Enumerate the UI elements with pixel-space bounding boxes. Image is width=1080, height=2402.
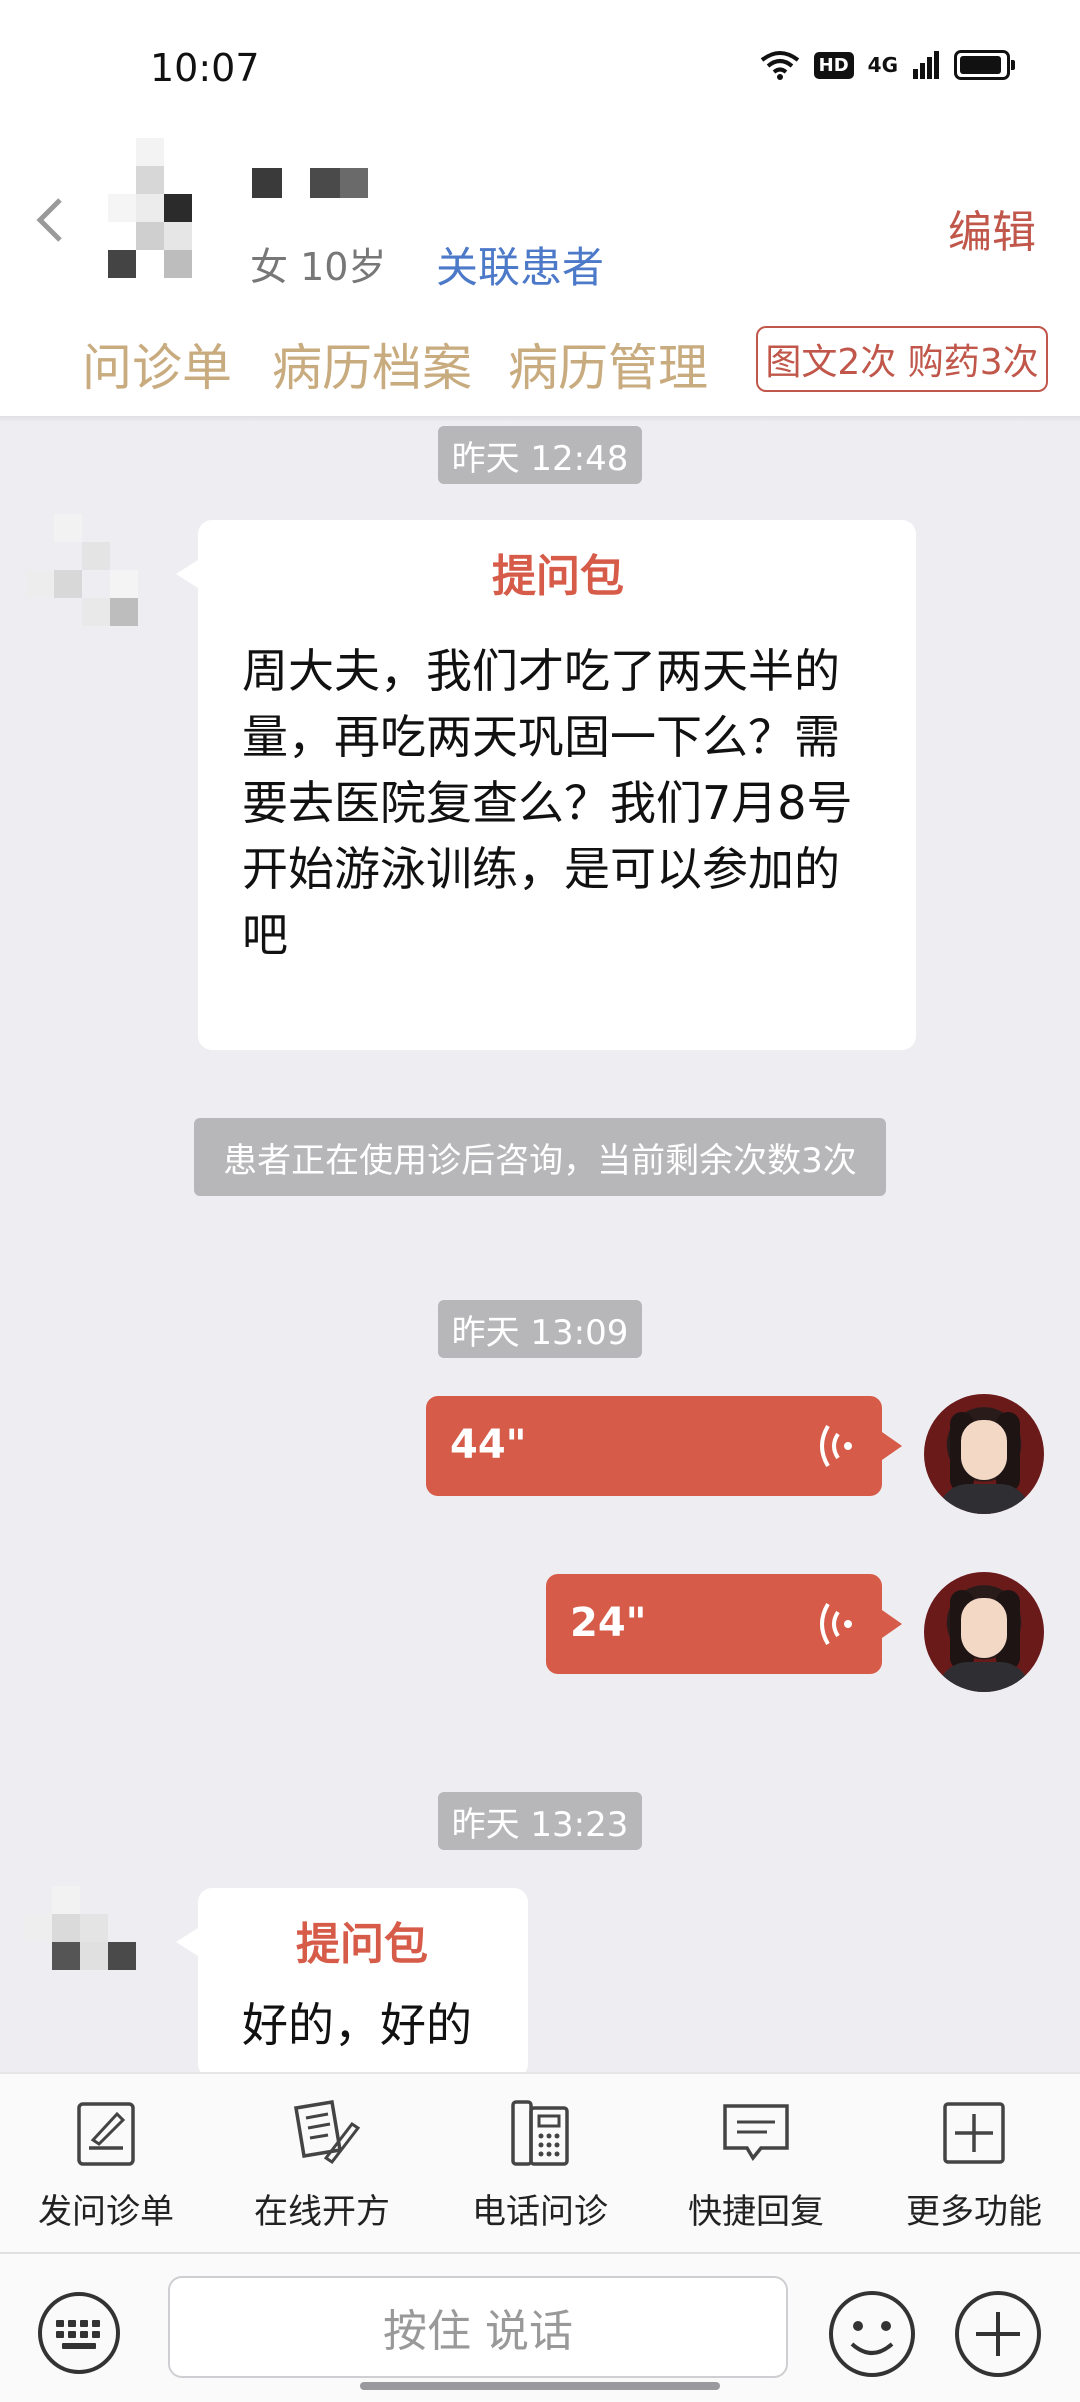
function-toolbar: 发问诊单 在线开方 电话问诊 快捷回复 更多功能 (0, 2072, 1080, 2254)
more-functions-button[interactable]: 更多功能 (884, 2098, 1064, 2233)
send-form-button[interactable]: 发问诊单 (16, 2098, 196, 2233)
edit-button[interactable]: 编辑 (948, 196, 1036, 260)
header-divider (0, 416, 1080, 422)
hold-to-talk-button[interactable]: 按住 说话 (168, 2276, 788, 2378)
quick-reply-button[interactable]: 快捷回复 (666, 2098, 846, 2233)
voice-message[interactable]: 24" (546, 1574, 902, 1674)
message-text: 好的，好的 (242, 1998, 472, 2052)
toolbar-label: 在线开方 (254, 2192, 390, 2232)
doctor-avatar[interactable] (924, 1394, 1044, 1514)
voice-wave-icon (820, 1424, 852, 1468)
chat-bubble-icon (723, 2104, 789, 2162)
question-pack-label: 提问包 (296, 1919, 428, 1970)
add-icon[interactable] (952, 2288, 1044, 2380)
battery-icon (954, 50, 1015, 80)
toolbar-label: 快捷回复 (688, 2192, 824, 2232)
question-pack-label: 提问包 (492, 551, 624, 602)
tab-medical-records[interactable]: 病历档案 (272, 328, 472, 400)
message-text: 周大夫，我们才吃了两天半的量，再吃两天巩固一下么？需要去医院复查么？我们7月8号… (242, 644, 853, 962)
toolbar-label: 发问诊单 (38, 2192, 174, 2232)
plus-square-icon (943, 2102, 1005, 2164)
doctor-avatar[interactable] (924, 1572, 1044, 1692)
keyboard-icon[interactable] (36, 2290, 122, 2376)
toolbar-label: 更多功能 (906, 2192, 1042, 2232)
status-time: 10:07 (150, 46, 260, 90)
tab-consultation-form[interactable]: 问诊单 (82, 328, 232, 400)
timestamp-2: 昨天 13:09 (438, 1300, 642, 1358)
hd-badge: HD (813, 51, 854, 79)
message-bubble[interactable]: 提问包 周大夫，我们才吃了两天半的量，再吃两天巩固一下么？需要去医院复查么？我们… (176, 520, 916, 1050)
timestamp-3: 昨天 13:23 (438, 1792, 642, 1850)
phone-icon (511, 2100, 569, 2166)
emoji-icon[interactable] (826, 2288, 918, 2380)
message-bubble[interactable]: 提问包 好的，好的 (176, 1888, 528, 2078)
tab-record-management[interactable]: 病历管理 (508, 328, 708, 400)
timestamp-1: 昨天 12:48 (438, 426, 642, 484)
link-patient-link[interactable]: 关联患者 (436, 234, 604, 295)
back-icon[interactable] (28, 190, 78, 250)
patient-chat-avatar[interactable] (26, 514, 166, 654)
voice-message[interactable]: 44" (426, 1396, 902, 1496)
home-indicator[interactable] (360, 2382, 720, 2390)
signal-icon (913, 51, 939, 79)
top-header: 10:07 HD 4G 女 10岁 关联患者 编辑 问诊单 病历档案 病历管理 … (0, 0, 1080, 418)
network-label: 4G (867, 53, 898, 77)
voice-wave-icon (820, 1602, 852, 1646)
form-edit-icon (77, 2102, 135, 2166)
status-icons: HD 4G (760, 50, 1015, 80)
toolbar-label: 电话问诊 (472, 2192, 608, 2232)
quota-badge[interactable]: 图文2次 购药3次 (756, 326, 1048, 392)
phone-consult-button[interactable]: 电话问诊 (450, 2098, 630, 2233)
patient-meta: 女 10岁 (250, 245, 387, 289)
wifi-icon (760, 51, 799, 80)
voice-duration: 24" (570, 1600, 647, 1646)
patient-chat-avatar[interactable] (24, 1886, 164, 2006)
input-bar: 按住 说话 (0, 2252, 1080, 2402)
online-prescription-button[interactable]: 在线开方 (232, 2098, 412, 2233)
system-notice: 患者正在使用诊后咨询，当前剩余次数3次 (194, 1118, 886, 1196)
prescription-icon (293, 2099, 361, 2165)
voice-duration: 44" (450, 1422, 527, 1468)
patient-avatar[interactable] (100, 138, 210, 288)
